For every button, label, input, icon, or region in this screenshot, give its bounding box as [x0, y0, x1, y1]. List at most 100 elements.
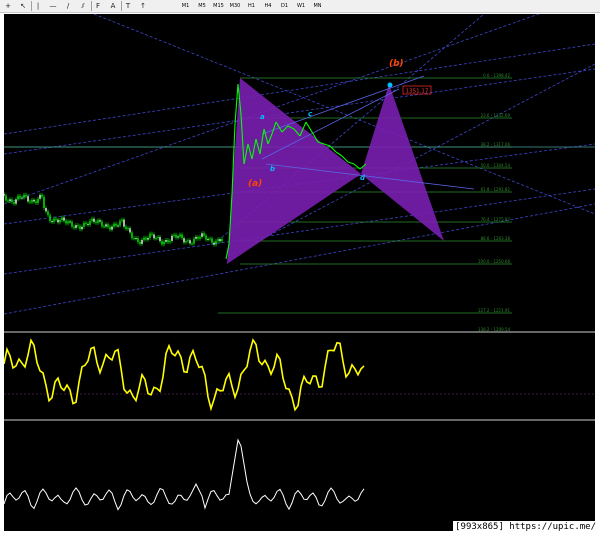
candle-body [167, 239, 169, 243]
candle-body [91, 218, 93, 221]
cursor-icon[interactable]: ↖ [19, 2, 27, 10]
trendline-icon[interactable]: / [64, 2, 72, 10]
candle-body [115, 223, 117, 226]
candle-body [119, 220, 121, 226]
candle-body [175, 234, 177, 238]
candle-body [75, 225, 77, 228]
fibonacci-icon[interactable]: F [94, 2, 102, 10]
fib-level-label: 50.0 - 1304.54 [481, 163, 511, 168]
target-point [387, 82, 393, 88]
wave-label: c [308, 110, 313, 118]
timeframe-m5-button[interactable]: M5 [195, 1, 210, 11]
horizontal-line-icon[interactable]: — [49, 2, 57, 10]
timeframe-h1-button[interactable]: H1 [244, 1, 259, 11]
fib-level-label: 88.6 - 1263.38 [481, 236, 511, 241]
fib-level-label: 38.2 - 1317.06 [481, 142, 511, 147]
candle-trace [305, 121, 313, 133]
candle-body [57, 219, 59, 223]
timeframe-h4-button[interactable]: H4 [261, 1, 276, 11]
vertical-line-icon[interactable]: | [34, 2, 42, 10]
arrow-icon[interactable]: ↑ [139, 2, 147, 10]
pattern-triangle-bcd [361, 84, 444, 241]
fib-level-label: 100.0 - 1250.66 [478, 259, 510, 264]
candle-body [25, 194, 27, 197]
candle-body [155, 237, 157, 239]
candle-body [153, 234, 155, 239]
timeframe-m30-button[interactable]: M30 [228, 1, 243, 11]
timeframe-d1-button[interactable]: D1 [277, 1, 292, 11]
candle-body [41, 194, 43, 197]
candle-body [121, 219, 123, 221]
candle-body [111, 226, 113, 230]
text-icon[interactable]: A [109, 2, 117, 10]
candle-body [169, 240, 171, 243]
candle-body [107, 224, 109, 227]
fib-level-label: 61.8 - 1291.82 [481, 187, 511, 192]
candle-body [105, 224, 107, 227]
candle-body [69, 221, 71, 223]
candle-body [27, 196, 29, 202]
candle-body [127, 228, 129, 230]
candle-body [131, 232, 133, 239]
candle-body [71, 221, 73, 227]
wave-label: (a) [248, 179, 262, 189]
candle-body [191, 243, 193, 245]
candle-body [189, 240, 191, 244]
timeframe-w1-button[interactable]: W1 [294, 1, 309, 11]
candle-body [83, 222, 85, 227]
candle-body [53, 218, 55, 222]
candle-body [63, 217, 65, 221]
candle-body [205, 235, 207, 240]
candle-body [43, 196, 45, 209]
candle-body [23, 194, 25, 198]
candle-body [99, 220, 101, 222]
candle-body [209, 238, 211, 240]
candle-body [45, 208, 47, 212]
candle-body [219, 239, 221, 242]
candle-body [117, 225, 119, 227]
candle-body [151, 233, 153, 235]
candle-body [87, 223, 89, 225]
candle-body [79, 226, 81, 230]
candle-body [165, 239, 167, 242]
watermark-text: [993x865] https://upic.me/ [453, 521, 598, 533]
chart-canvas: 0.0 - 1398.42 23.6 - 1332.69 38.2 - 1317.0… [4, 14, 595, 511]
candle-body [157, 236, 159, 238]
candle-body [9, 199, 11, 201]
candle-body [139, 242, 141, 244]
crosshair-icon[interactable]: + [4, 2, 12, 10]
candle-body [4, 194, 5, 196]
candle-body [7, 200, 9, 202]
fib-level-label: 138.2 - 1209.54 [478, 327, 510, 332]
candle-body [101, 221, 103, 227]
timeframe-m1-button[interactable]: M1 [178, 1, 193, 11]
candle-body [55, 218, 57, 220]
candle-body [49, 215, 51, 222]
candle-body [13, 201, 15, 204]
candle-body [113, 223, 115, 227]
candle-body [103, 226, 105, 228]
candle-body [183, 238, 185, 243]
price-chart[interactable]: 0.0 - 1398.42 23.6 - 1332.69 38.2 - 1317.0… [4, 14, 595, 531]
candle-body [145, 237, 147, 240]
candle-trace [347, 161, 355, 165]
candle-body [193, 238, 195, 244]
candle-body [179, 234, 181, 237]
channel-icon[interactable]: ⫽ [79, 2, 87, 10]
candle-body [65, 220, 67, 224]
timeframe-mn-button[interactable]: MN [310, 1, 325, 11]
candle-body [161, 241, 163, 245]
fib-level-label: 23.6 - 1332.69 [481, 113, 511, 118]
candle-body [149, 233, 151, 238]
fib-level-label: 76.4 - 1275.97 [481, 217, 511, 222]
candle-body [109, 226, 111, 230]
label-icon[interactable]: T [124, 2, 132, 10]
wave-label: a [260, 113, 265, 121]
candle-body [73, 226, 75, 228]
candle-body [173, 234, 175, 236]
candle-body [143, 237, 145, 240]
candle-body [89, 220, 91, 225]
timeframe-m15-button[interactable]: M15 [211, 1, 226, 11]
candle-body [221, 239, 223, 242]
candle-body [159, 236, 161, 242]
